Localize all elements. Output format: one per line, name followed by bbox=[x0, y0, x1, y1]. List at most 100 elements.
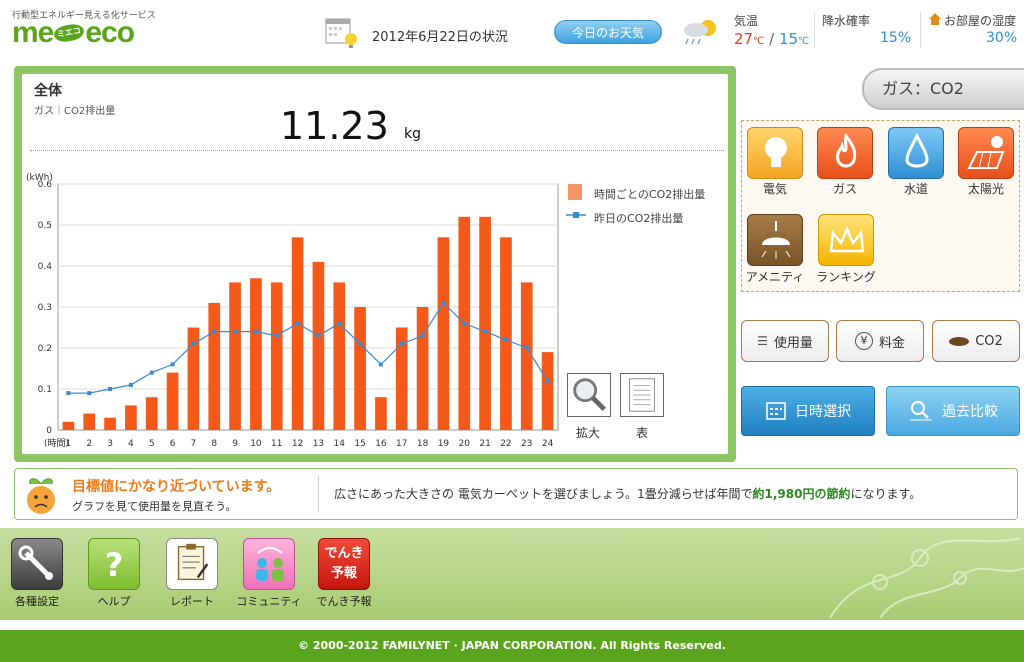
forecast-label: でんき予報 bbox=[316, 595, 372, 608]
flame-icon bbox=[836, 132, 857, 168]
yen-icon: ¥ bbox=[854, 332, 873, 350]
bar bbox=[520, 282, 533, 430]
total-value: 11.23 bbox=[280, 104, 389, 148]
temperature-label: 気温 bbox=[734, 14, 759, 28]
date-select-label: 日時選択 bbox=[795, 404, 851, 420]
leaf-icon bbox=[949, 336, 970, 346]
past-compare-button[interactable]: 過去比較 bbox=[886, 386, 1020, 436]
bar bbox=[541, 352, 554, 430]
x-tick-label: 1 bbox=[66, 439, 72, 449]
x-tick-label: 6 bbox=[170, 439, 176, 449]
zoom-button[interactable] bbox=[567, 373, 611, 417]
copyright: © 2000-2012 FAMILYNET · JAPAN CORPORATIO… bbox=[0, 630, 1024, 662]
solar-panel-icon bbox=[967, 136, 1005, 169]
category-amenity-label: アメニティ bbox=[745, 270, 805, 284]
legend-bar-swatch bbox=[568, 184, 582, 200]
cloudy-rain-sun-icon bbox=[684, 20, 716, 45]
bar bbox=[416, 307, 429, 430]
x-tick-label: 13 bbox=[313, 439, 324, 449]
category-tab[interactable]: ガス：CO2 bbox=[862, 68, 1024, 110]
category-amenity[interactable] bbox=[747, 214, 803, 266]
settings-label: 各種設定 bbox=[15, 595, 59, 608]
room-humidity-label: お部屋の湿度 bbox=[944, 14, 1017, 28]
worried-face-icon bbox=[27, 478, 55, 514]
bar bbox=[375, 397, 387, 430]
table-button[interactable] bbox=[620, 373, 664, 417]
app-logo[interactable]: me ミエコ eco bbox=[12, 16, 135, 50]
y-tick-label: 0 bbox=[46, 426, 52, 436]
line-point bbox=[399, 341, 404, 346]
logo-leaf: ミエコ bbox=[53, 22, 86, 44]
bar bbox=[250, 278, 262, 430]
wrench-icon bbox=[18, 545, 53, 580]
cost-mode-button[interactable]: ¥ 料金 bbox=[836, 320, 924, 362]
vine-decoration bbox=[829, 537, 1024, 619]
community-icon bbox=[256, 547, 284, 581]
usage-mode-label: 使用量 bbox=[773, 335, 813, 351]
x-tick-label: 14 bbox=[334, 439, 346, 449]
community-button[interactable] bbox=[243, 538, 295, 590]
bar bbox=[145, 397, 158, 430]
date-select-button[interactable]: 日時選択 bbox=[741, 386, 875, 436]
line-point bbox=[441, 300, 446, 305]
line-point bbox=[545, 378, 550, 383]
rain-chance-value: 15% bbox=[880, 30, 912, 46]
x-tick-label: 9 bbox=[232, 439, 238, 449]
line-point bbox=[524, 346, 529, 350]
line-point bbox=[503, 337, 508, 342]
calendar-bulb-icon bbox=[325, 18, 357, 48]
category-electricity-label: 電気 bbox=[762, 182, 787, 196]
bar bbox=[291, 237, 304, 430]
category-ranking[interactable] bbox=[818, 214, 874, 266]
y-tick-label: 0.4 bbox=[38, 262, 53, 272]
bar bbox=[83, 413, 96, 430]
bar bbox=[312, 261, 325, 430]
category-electricity[interactable] bbox=[747, 127, 803, 179]
forecast-glyph-top: でんき bbox=[324, 546, 364, 561]
x-tick-label: 8 bbox=[211, 439, 217, 449]
x-tick-label: 21 bbox=[479, 439, 490, 449]
bars-icon: ☰ bbox=[757, 334, 768, 348]
rain-chance-label: 降水確率 bbox=[822, 14, 871, 28]
cost-mode-label: 料金 bbox=[878, 335, 905, 351]
line-point bbox=[462, 321, 467, 326]
community-label: コミュニティ bbox=[236, 595, 302, 608]
forecast-button[interactable]: でんき 予報 bbox=[318, 538, 370, 590]
water-drop-icon bbox=[905, 132, 929, 168]
line-point bbox=[378, 362, 383, 367]
line-point bbox=[66, 391, 71, 396]
header-divider bbox=[814, 12, 815, 48]
help-button[interactable]: ? bbox=[88, 538, 140, 590]
co2-mode-button[interactable]: CO2 bbox=[932, 320, 1020, 362]
x-tick-label: 19 bbox=[438, 439, 450, 449]
forecast-icon: でんき 予報 bbox=[319, 543, 369, 583]
crown-icon bbox=[829, 225, 865, 253]
settings-button[interactable] bbox=[11, 538, 63, 590]
category-water-label: 水道 bbox=[903, 182, 928, 196]
report-label: レポート bbox=[170, 595, 214, 608]
zoom-label: 拡大 bbox=[576, 426, 601, 440]
category-gas-label: ガス bbox=[832, 182, 857, 196]
report-button[interactable] bbox=[166, 538, 218, 590]
co2-mode-label: CO2 bbox=[975, 333, 1003, 349]
table-icon bbox=[629, 378, 655, 412]
bar bbox=[500, 237, 512, 430]
category-water[interactable] bbox=[888, 127, 944, 179]
bar bbox=[125, 405, 137, 430]
x-tick-label: 23 bbox=[521, 439, 532, 449]
usage-mode-button[interactable]: ☰ 使用量 bbox=[741, 320, 829, 362]
line-point bbox=[149, 370, 154, 375]
category-gas[interactable] bbox=[817, 127, 873, 179]
temp-unit-high: ℃ bbox=[753, 36, 765, 47]
category-solar[interactable] bbox=[958, 127, 1014, 179]
calendar-icon bbox=[766, 402, 786, 420]
goal-message-sub: グラフを見て使用量を見直そう。 bbox=[72, 500, 237, 513]
forecast-glyph-bottom: 予報 bbox=[330, 566, 357, 581]
line-point bbox=[358, 341, 363, 346]
co2-chart: (kWh) (時間) 1 2 3 4 5 6 7 8 9 10 11 12 13 14 15 16 17 18 19… bbox=[26, 173, 559, 449]
todays-weather-button[interactable]: 今日のお天気 bbox=[554, 20, 662, 44]
line-point bbox=[483, 329, 488, 334]
x-tick-label: 24 bbox=[542, 439, 554, 449]
line-point bbox=[128, 382, 133, 387]
help-label: ヘルプ bbox=[97, 595, 131, 608]
